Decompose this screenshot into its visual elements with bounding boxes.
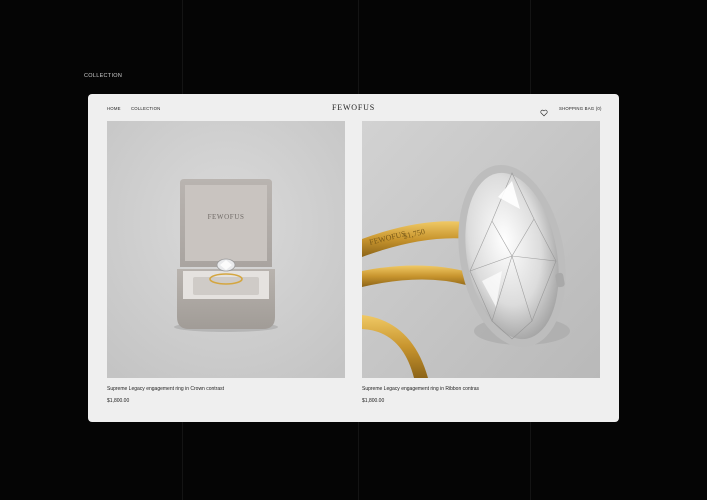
- heart-icon[interactable]: [540, 104, 548, 117]
- top-nav: HOME COLLECTION FEWOFUS SHOPPING BAG (0): [88, 94, 619, 121]
- product-price: $1,800.00: [362, 398, 385, 404]
- product-card[interactable]: FEWOFUS $1,750 Supreme Legacy engagement…: [362, 121, 600, 404]
- box-brand-text: FEWOFUS: [208, 213, 245, 221]
- product-title[interactable]: Supreme Legacy engagement ring in Ribbon…: [362, 386, 600, 392]
- product-card[interactable]: FEWOFUS Supreme Legacy engagement ring i…: [107, 121, 345, 404]
- product-image[interactable]: FEWOFUS $1,750: [362, 121, 600, 378]
- product-title[interactable]: Supreme Legacy engagement ring in Crown …: [107, 386, 345, 392]
- page-label: COLLECTION: [84, 73, 123, 79]
- product-image[interactable]: FEWOFUS: [107, 121, 345, 378]
- product-price: $1,800.00: [107, 398, 130, 404]
- shopping-bag-link[interactable]: SHOPPING BAG (0): [559, 106, 602, 111]
- browser-frame: HOME COLLECTION FEWOFUS SHOPPING BAG (0): [88, 94, 619, 422]
